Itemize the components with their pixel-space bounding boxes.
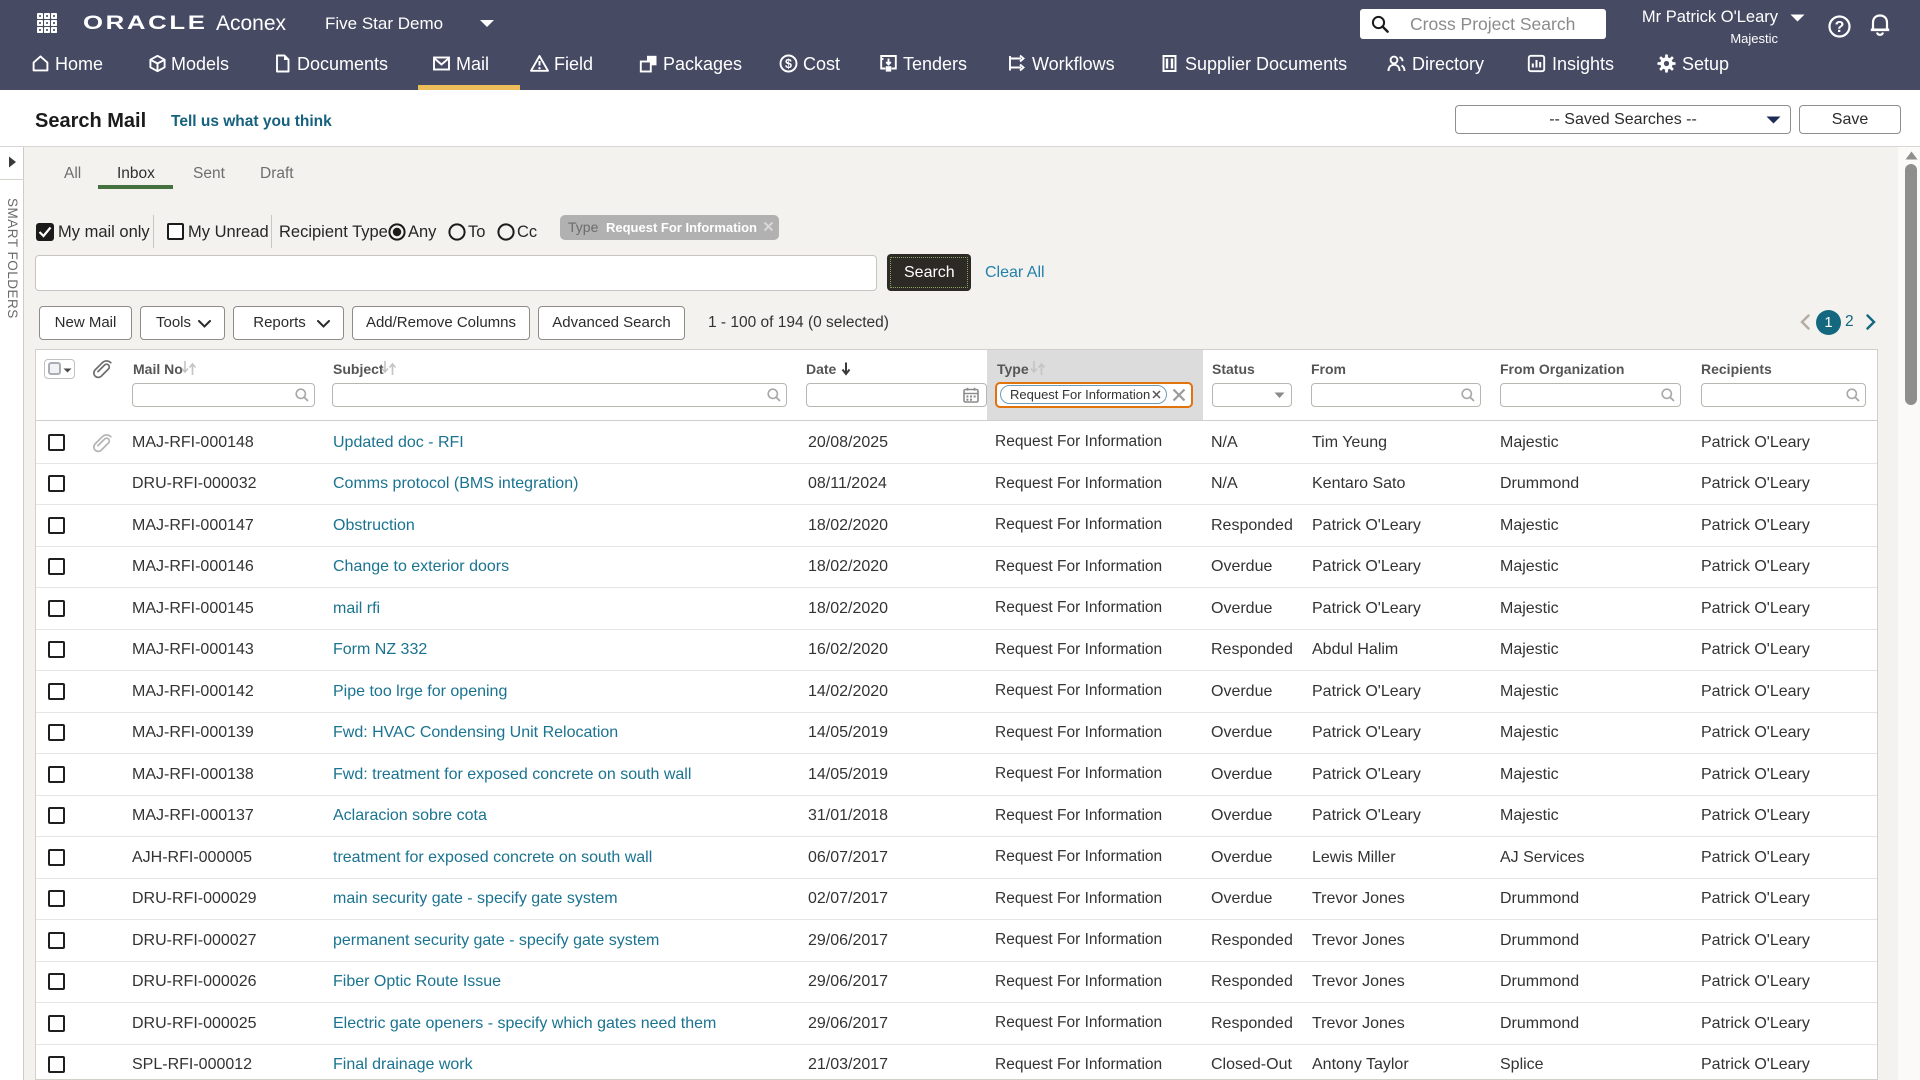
svg-text:?: ?	[1835, 19, 1845, 36]
svg-text:$: $	[785, 57, 792, 71]
